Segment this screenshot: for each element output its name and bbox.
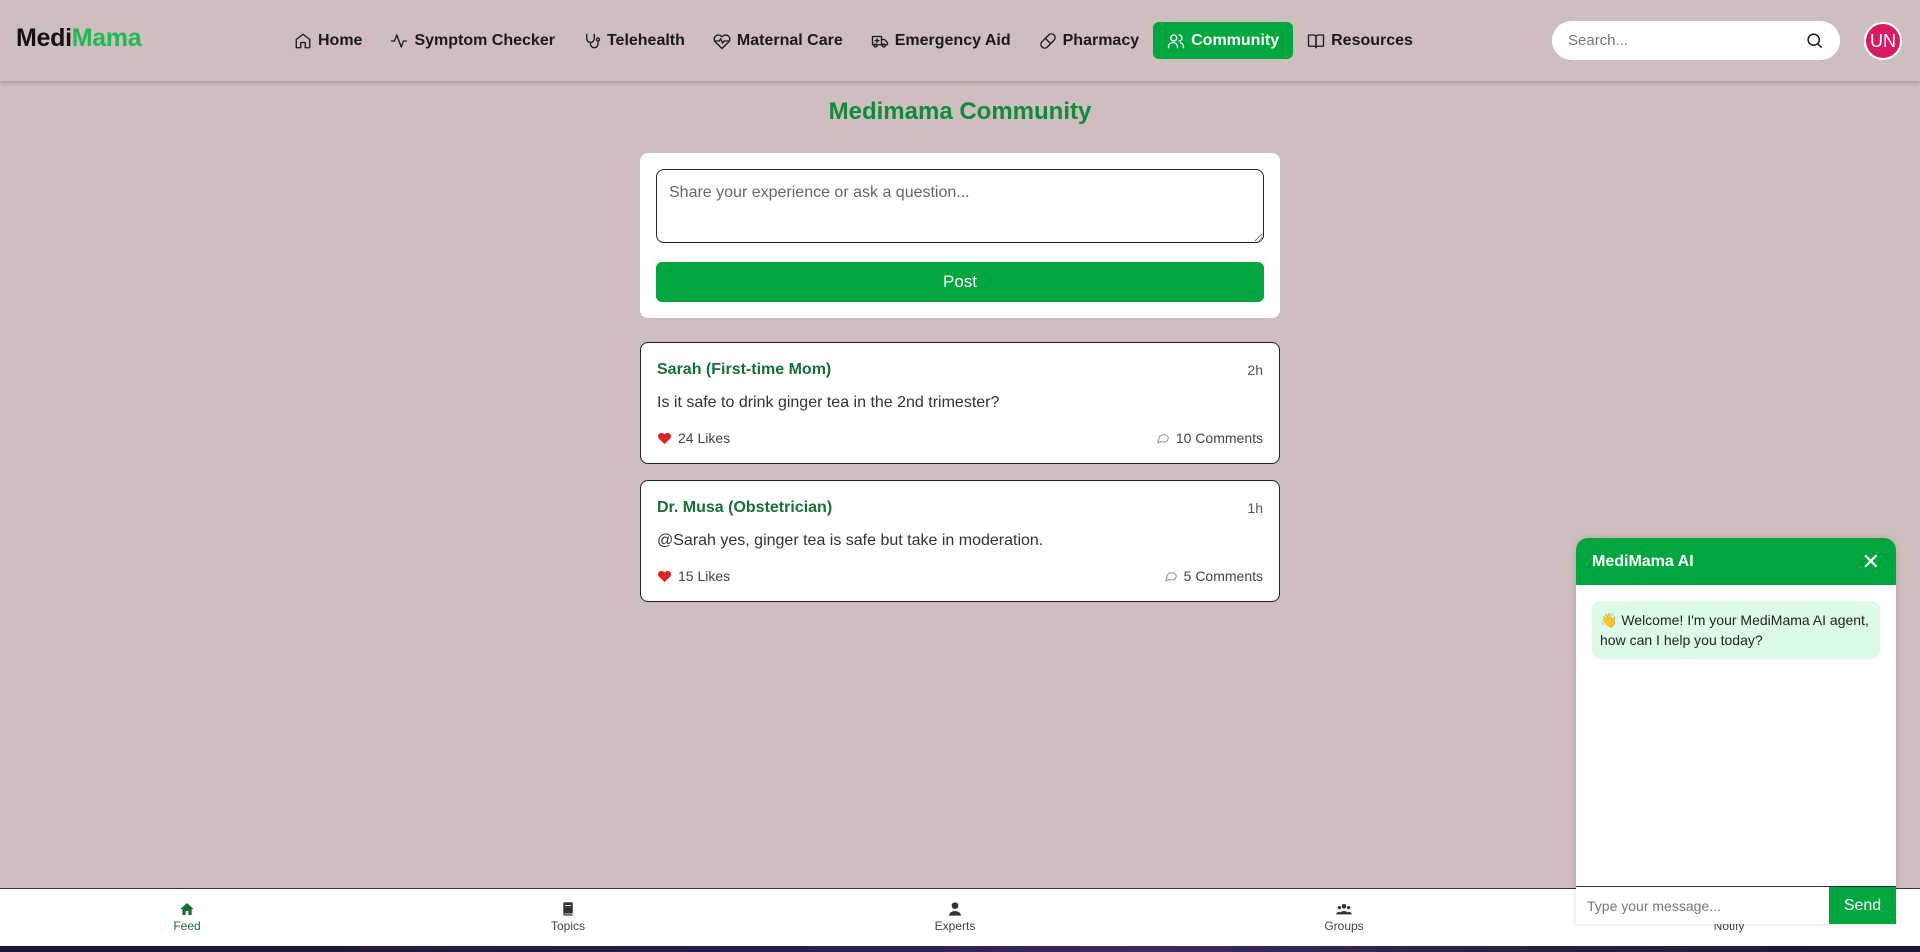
comments-button[interactable]: 10 Comments bbox=[1156, 430, 1263, 446]
post-card[interactable]: Dr. Musa (Obstetrician) 1h @Sarah yes, g… bbox=[640, 480, 1280, 602]
bottom-nav-feed-label: Feed bbox=[173, 919, 201, 933]
user-avatar[interactable]: UN bbox=[1864, 22, 1902, 60]
nav-maternal-care-label: Maternal Care bbox=[736, 31, 843, 49]
bottom-nav-experts[interactable]: Experts bbox=[895, 901, 1015, 933]
chat-send-button[interactable]: Send bbox=[1829, 887, 1896, 924]
chat-input-row: Send bbox=[1576, 886, 1896, 924]
post-author[interactable]: Dr. Musa (Obstetrician) bbox=[657, 499, 832, 517]
nav-community-label: Community bbox=[1191, 31, 1280, 49]
post-body: @Sarah yes, ginger tea is safe but take … bbox=[657, 532, 1044, 549]
chat-title: MediMama AI bbox=[1592, 552, 1694, 570]
ai-chat-widget: MediMama AI ✕ 👋 Welcome! I'm your MediMa… bbox=[1576, 538, 1896, 924]
post-time: 2h bbox=[1247, 362, 1263, 378]
nav-emergency-aid-label: Emergency Aid bbox=[894, 31, 1011, 49]
activity-icon bbox=[391, 33, 408, 48]
pill-icon bbox=[1039, 32, 1056, 49]
close-icon[interactable]: ✕ bbox=[1862, 550, 1880, 573]
nav-telehealth[interactable]: Telehealth bbox=[569, 22, 699, 59]
nav-emergency-aid[interactable]: Emergency Aid bbox=[857, 22, 1025, 59]
search-icon[interactable] bbox=[1805, 31, 1824, 50]
post-body: Is it safe to drink ginger tea in the 2n… bbox=[657, 394, 1000, 411]
search-box bbox=[1552, 21, 1840, 60]
doctor-icon bbox=[949, 902, 961, 916]
like-button[interactable]: 24 Likes bbox=[657, 430, 730, 446]
heart-pulse-icon bbox=[713, 33, 731, 49]
post-composer: Post bbox=[640, 153, 1280, 318]
chat-message-input[interactable] bbox=[1576, 887, 1829, 924]
heart-icon bbox=[657, 432, 672, 444]
logo-text-mama: Mama bbox=[71, 24, 142, 52]
bottom-nav-experts-label: Experts bbox=[934, 919, 976, 933]
bottom-nav-topics[interactable]: Topics bbox=[508, 901, 628, 933]
bottom-nav-groups[interactable]: Groups bbox=[1284, 901, 1404, 933]
search-input[interactable] bbox=[1552, 32, 1792, 49]
heart-icon bbox=[657, 570, 672, 582]
post-button[interactable]: Post bbox=[656, 262, 1264, 302]
logo[interactable]: MediMama bbox=[16, 24, 142, 53]
comments-count: 10 Comments bbox=[1175, 430, 1263, 446]
likes-count: 15 Likes bbox=[678, 568, 731, 584]
users-icon bbox=[1167, 33, 1185, 48]
post-card[interactable]: Sarah (First-time Mom) 2h Is it safe to … bbox=[640, 342, 1280, 464]
nav-pharmacy[interactable]: Pharmacy bbox=[1025, 22, 1154, 59]
nav-resources[interactable]: Resources bbox=[1293, 22, 1427, 59]
home-icon bbox=[180, 903, 194, 915]
chat-welcome-message: 👋 Welcome! I'm your MediMama AI agent, h… bbox=[1592, 601, 1880, 659]
nav-maternal-care[interactable]: Maternal Care bbox=[699, 22, 857, 59]
post-textarea[interactable] bbox=[656, 169, 1264, 243]
main-nav: Home Symptom Checker Telehealth Maternal… bbox=[280, 22, 1427, 59]
nav-telehealth-label: Telehealth bbox=[606, 31, 685, 49]
bottom-nav-groups-label: Groups bbox=[1324, 919, 1364, 933]
top-header: MediMama Home Symptom Checker Telehealth… bbox=[0, 0, 1920, 81]
chat-header: MediMama AI ✕ bbox=[1576, 538, 1896, 585]
nav-symptom-checker[interactable]: Symptom Checker bbox=[376, 22, 569, 59]
post-author[interactable]: Sarah (First-time Mom) bbox=[657, 361, 831, 379]
comment-icon bbox=[1156, 434, 1169, 444]
like-button[interactable]: 15 Likes bbox=[657, 568, 730, 584]
nav-home[interactable]: Home bbox=[280, 22, 376, 59]
bottom-nav-feed[interactable]: Feed bbox=[127, 901, 247, 933]
home-icon bbox=[295, 33, 311, 48]
nav-home-label: Home bbox=[318, 31, 363, 49]
ambulance-icon bbox=[871, 35, 888, 48]
comments-button[interactable]: 5 Comments bbox=[1164, 568, 1263, 584]
stethoscope-icon bbox=[586, 33, 601, 48]
nav-resources-label: Resources bbox=[1331, 31, 1413, 49]
bottom-nav-topics-label: Topics bbox=[550, 919, 585, 933]
nav-symptom-checker-label: Symptom Checker bbox=[414, 31, 555, 49]
bottom-strip bbox=[0, 946, 1920, 952]
page-title: Medimama Community bbox=[828, 98, 1092, 125]
book-icon bbox=[563, 902, 573, 916]
logo-text-medi: Medi bbox=[16, 24, 72, 52]
nav-pharmacy-label: Pharmacy bbox=[1062, 31, 1140, 49]
comment-icon bbox=[1164, 572, 1177, 582]
comments-count: 5 Comments bbox=[1183, 568, 1263, 584]
likes-count: 24 Likes bbox=[678, 430, 731, 446]
book-open-icon bbox=[1307, 33, 1325, 48]
nav-community[interactable]: Community bbox=[1153, 22, 1294, 59]
post-time: 1h bbox=[1247, 500, 1263, 516]
users-icon bbox=[1336, 904, 1352, 915]
